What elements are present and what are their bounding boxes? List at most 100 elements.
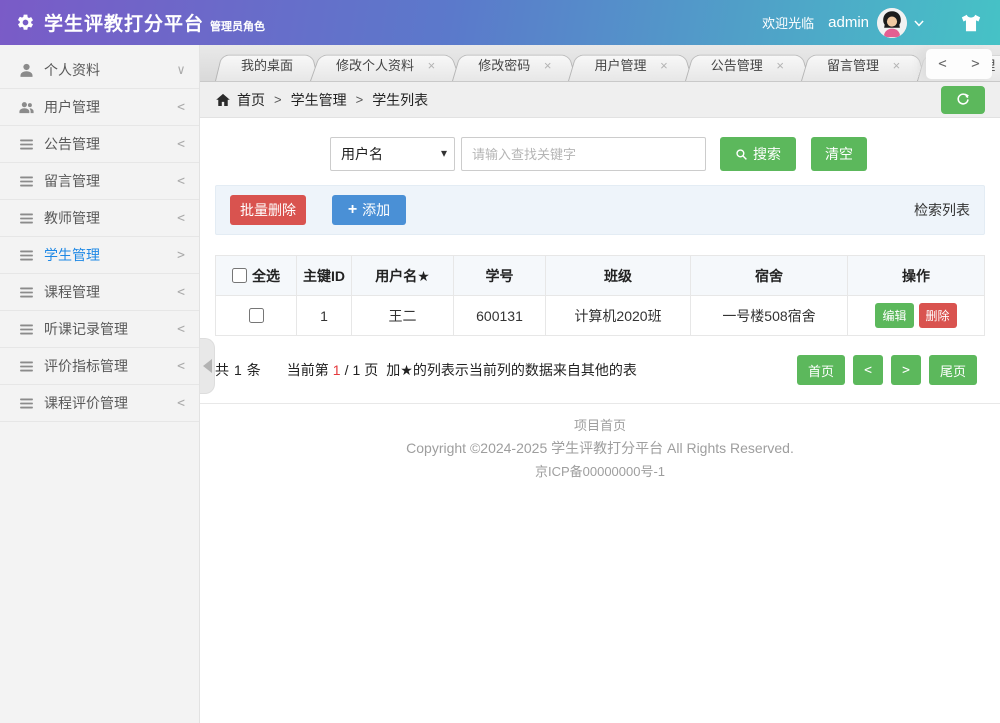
- tab-label: 留言管理: [826, 58, 879, 73]
- user-area: 欢迎光临 admin: [762, 7, 982, 38]
- body-wrap: 个人资料 ∨ 用户管理 < 公告管理 < 留言管理 < 教师管理 < 学生管理 …: [0, 45, 1000, 723]
- student-table: 全选 主键ID 用户名★ 学号 班级 宿舍 操作 1 王二 600131 计算机…: [215, 255, 985, 336]
- select-all-checkbox[interactable]: [232, 267, 247, 283]
- delete-button[interactable]: 删除: [918, 303, 957, 328]
- edit-button[interactable]: 编辑: [875, 303, 914, 328]
- search-form: 用户名 ▾ 搜索 清空: [330, 137, 985, 171]
- app-title: 学生评教打分平台: [44, 14, 205, 35]
- breadcrumb-level1: 学生管理: [290, 91, 347, 108]
- page-separator: /: [344, 362, 349, 378]
- tab-label: 用户管理: [594, 58, 647, 73]
- sidebar-item-label: 留言管理: [44, 173, 100, 189]
- search-input[interactable]: [461, 137, 706, 171]
- add-button[interactable]: + 添加: [332, 195, 406, 225]
- tab-scroll-right-button[interactable]: >: [965, 56, 985, 72]
- row-checkbox[interactable]: [248, 307, 264, 323]
- chevron-right-icon: >: [177, 247, 185, 263]
- sidebar-item-course-evaluation[interactable]: 课程评价管理 <: [0, 385, 199, 422]
- next-page-button[interactable]: >: [890, 355, 921, 385]
- first-page-button[interactable]: 首页: [796, 355, 845, 385]
- sidebar-item-evaluation-indicators[interactable]: 评价指标管理 <: [0, 348, 199, 385]
- batch-delete-button[interactable]: 批量删除: [230, 195, 306, 225]
- content: 用户名 ▾ 搜索 清空 批量删除 + 添加: [200, 118, 1000, 723]
- chevron-down-icon[interactable]: [912, 16, 926, 30]
- list-icon: [20, 139, 33, 149]
- brand: 学生评教打分平台 管理员角色: [16, 9, 265, 36]
- sidebar-item-courses[interactable]: 课程管理 <: [0, 274, 199, 311]
- select-all-label: 全选: [252, 267, 280, 284]
- sidebar-item-label: 课程评价管理: [44, 395, 128, 411]
- tab-announcement-management[interactable]: 公告管理 ×: [685, 51, 810, 81]
- search-button[interactable]: 搜索: [720, 137, 796, 171]
- username-text: admin: [828, 14, 869, 31]
- sidebar-item-announcements[interactable]: 公告管理 <: [0, 126, 199, 163]
- list-icon: [20, 176, 33, 186]
- close-icon[interactable]: ×: [776, 58, 784, 73]
- sidebar-item-profile[interactable]: 个人资料 ∨: [0, 52, 199, 89]
- sidebar-item-messages[interactable]: 留言管理 <: [0, 163, 199, 200]
- tab-my-desktop[interactable]: 我的桌面: [215, 51, 319, 81]
- role-badge: 管理员角色: [210, 21, 266, 33]
- tab-edit-profile[interactable]: 修改个人资料 ×: [310, 51, 461, 81]
- close-icon[interactable]: ×: [544, 58, 552, 73]
- col-header-id: 主键ID: [296, 255, 352, 296]
- search-field-select[interactable]: 用户名: [330, 137, 455, 171]
- current-page-prefix: 当前第: [286, 362, 329, 378]
- breadcrumb-home[interactable]: 首页: [237, 90, 265, 110]
- avatar-image: [877, 7, 907, 38]
- breadcrumb-separator: >: [355, 92, 364, 107]
- row-dorm: 一号楼508宿舍: [690, 295, 848, 336]
- tab-change-password[interactable]: 修改密码 ×: [452, 51, 577, 81]
- triangle-left-icon: [202, 359, 212, 373]
- total-count: 1: [234, 362, 242, 378]
- refresh-button[interactable]: [941, 85, 985, 114]
- chevron-left-icon: <: [177, 321, 185, 337]
- sidebar-item-label: 学生管理: [44, 247, 100, 263]
- close-icon[interactable]: ×: [428, 58, 436, 73]
- sidebar-item-students[interactable]: 学生管理 >: [0, 237, 199, 274]
- chevron-left-icon: <: [177, 99, 185, 115]
- copyright-text: Copyright ©2024-2025 学生评教打分平台 All Rights…: [406, 440, 794, 456]
- tab-scroll-left-button[interactable]: <: [932, 56, 952, 72]
- sidebar-item-label: 个人资料: [44, 62, 100, 78]
- sidebar-item-label: 教师管理: [44, 210, 100, 226]
- clear-button[interactable]: 清空: [811, 137, 867, 171]
- sidebar-collapse-handle[interactable]: [200, 338, 215, 394]
- row-select-cell: [215, 295, 297, 336]
- chevron-left-icon: <: [177, 210, 185, 226]
- sidebar-item-users[interactable]: 用户管理 <: [0, 89, 199, 126]
- main-area: 我的桌面 修改个人资料 × 修改密码 × 用户管理 × 公告管理 × 留言管理 …: [200, 45, 1000, 723]
- pager-buttons: 首页 < > 尾页: [796, 355, 985, 385]
- prev-page-button[interactable]: <: [852, 355, 883, 385]
- col-header-username: 用户名★: [351, 255, 454, 296]
- pagination-bar: 共 1 条 当前第 1 / 1 页 加★的列表示当前列的数据来自其他的表 首页 …: [215, 355, 985, 385]
- row-username: 王二: [351, 295, 454, 336]
- tab-scroll-controls: < >: [926, 49, 992, 79]
- chevron-left-icon: <: [177, 395, 185, 411]
- users-icon: [19, 101, 34, 113]
- select-all-header: 全选: [215, 255, 297, 296]
- close-icon[interactable]: ×: [893, 58, 901, 73]
- list-icon: [20, 361, 33, 371]
- row-id: 1: [296, 295, 352, 336]
- search-icon: [736, 148, 747, 160]
- close-icon[interactable]: ×: [660, 58, 668, 73]
- table-header-row: 全选 主键ID 用户名★ 学号 班级 宿舍 操作: [215, 255, 985, 296]
- project-home-link[interactable]: 项目首页: [574, 414, 626, 437]
- tab-user-management[interactable]: 用户管理 ×: [568, 51, 693, 81]
- total-prefix: 共: [215, 362, 229, 378]
- add-button-label: 添加: [362, 202, 391, 218]
- tab-message-management[interactable]: 留言管理 ×: [801, 51, 926, 81]
- sidebar-item-teachers[interactable]: 教师管理 <: [0, 200, 199, 237]
- list-icon: [20, 213, 33, 223]
- total-pages: 1: [352, 362, 361, 378]
- table-row: 1 王二 600131 计算机2020班 一号楼508宿舍 编辑 删除: [215, 295, 985, 336]
- sidebar-item-lecture-records[interactable]: 听课记录管理 <: [0, 311, 199, 348]
- tshirt-theme-icon[interactable]: [960, 12, 982, 34]
- avatar[interactable]: [877, 7, 907, 38]
- user-icon: [20, 63, 33, 77]
- chevron-down-icon: ∨: [177, 62, 185, 78]
- chevron-left-icon: <: [177, 136, 185, 152]
- last-page-button[interactable]: 尾页: [928, 355, 977, 385]
- tab-bar: 我的桌面 修改个人资料 × 修改密码 × 用户管理 × 公告管理 × 留言管理 …: [200, 45, 1000, 82]
